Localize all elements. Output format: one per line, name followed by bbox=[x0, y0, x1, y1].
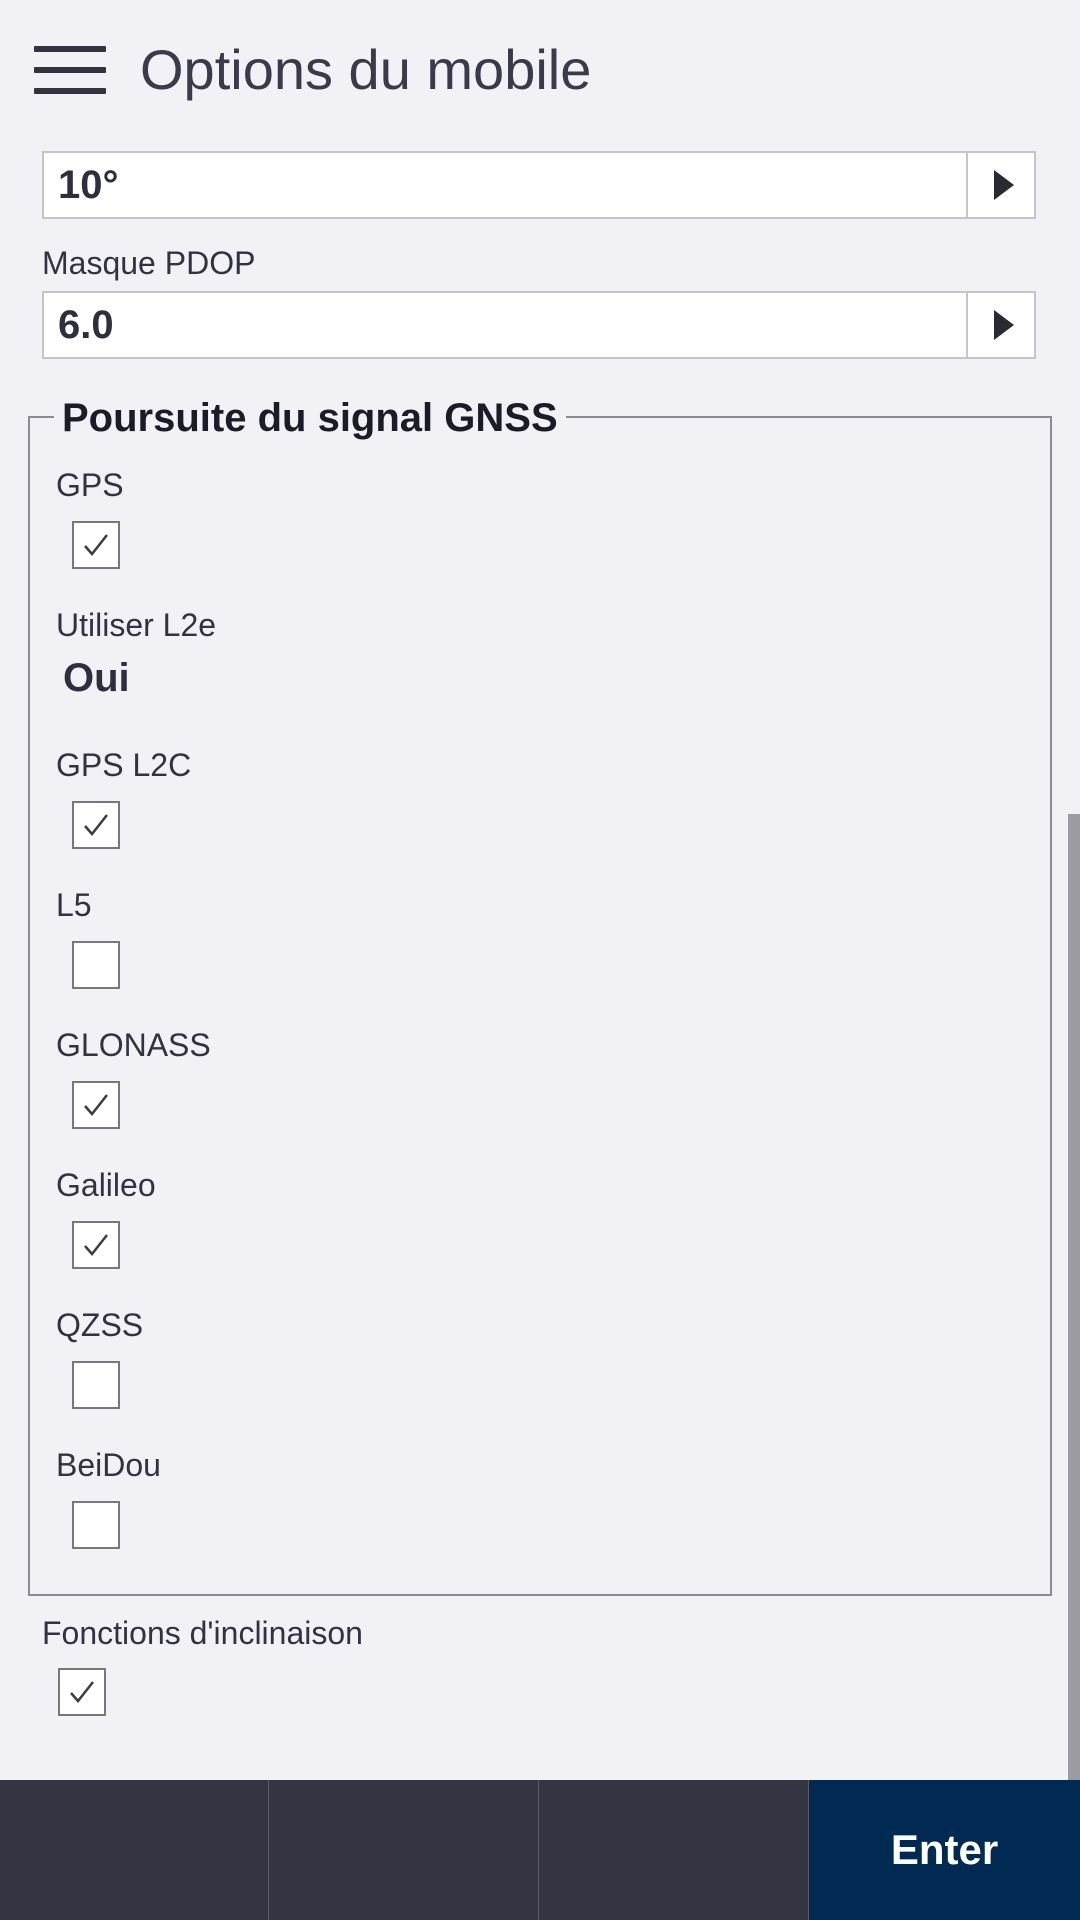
softkey-1[interactable] bbox=[0, 1780, 269, 1920]
gps-checkbox[interactable] bbox=[72, 521, 120, 569]
app-header: Options du mobile bbox=[0, 0, 1080, 134]
pdop-field[interactable]: 6.0 bbox=[42, 291, 1036, 359]
use-l2e-label: Utiliser L2e bbox=[56, 607, 217, 643]
tilt-functions-checkbox[interactable] bbox=[58, 1668, 106, 1716]
elevation-mask-field[interactable]: 10° bbox=[42, 151, 1036, 219]
gnss-tracking-group bbox=[28, 416, 1052, 1596]
softkey-2[interactable] bbox=[269, 1780, 539, 1920]
softkey-bar: Enter bbox=[0, 1780, 1080, 1920]
check-icon bbox=[84, 534, 108, 556]
glonass-checkbox[interactable] bbox=[72, 1081, 120, 1129]
check-icon bbox=[84, 1234, 108, 1256]
beidou-checkbox[interactable] bbox=[72, 1501, 120, 1549]
app-window: Options du mobile 10° Masque PDOP 6.0 Po… bbox=[0, 0, 1080, 1920]
qzss-label: QZSS bbox=[56, 1307, 144, 1343]
gps-label: GPS bbox=[56, 467, 124, 503]
enter-button[interactable]: Enter bbox=[809, 1780, 1080, 1920]
gps-l2c-label: GPS L2C bbox=[56, 747, 192, 783]
elevation-mask-value: 10° bbox=[58, 163, 119, 207]
hamburger-menu-icon[interactable] bbox=[34, 46, 106, 94]
check-icon bbox=[70, 1681, 94, 1703]
glonass-label: GLONASS bbox=[56, 1027, 211, 1063]
pdop-value: 6.0 bbox=[58, 303, 114, 347]
vertical-scrollbar[interactable] bbox=[1068, 814, 1080, 1780]
beidou-label: BeiDou bbox=[56, 1447, 161, 1483]
gps-l2c-checkbox[interactable] bbox=[72, 801, 120, 849]
tilt-functions-label: Fonctions d'inclinaison bbox=[42, 1615, 363, 1651]
galileo-checkbox[interactable] bbox=[72, 1221, 120, 1269]
check-icon bbox=[84, 814, 108, 836]
qzss-checkbox[interactable] bbox=[72, 1361, 120, 1409]
l5-checkbox[interactable] bbox=[72, 941, 120, 989]
page-title: Options du mobile bbox=[140, 38, 592, 101]
pdop-arrow-button[interactable] bbox=[966, 293, 1034, 357]
gnss-group-title: Poursuite du signal GNSS bbox=[54, 392, 566, 444]
elevation-mask-arrow-button[interactable] bbox=[966, 153, 1034, 217]
pdop-label: Masque PDOP bbox=[42, 245, 256, 281]
softkey-3[interactable] bbox=[539, 1780, 809, 1920]
check-icon bbox=[84, 1094, 108, 1116]
use-l2e-value[interactable]: Oui bbox=[63, 653, 130, 703]
l5-label: L5 bbox=[56, 887, 92, 923]
galileo-label: Galileo bbox=[56, 1167, 156, 1203]
